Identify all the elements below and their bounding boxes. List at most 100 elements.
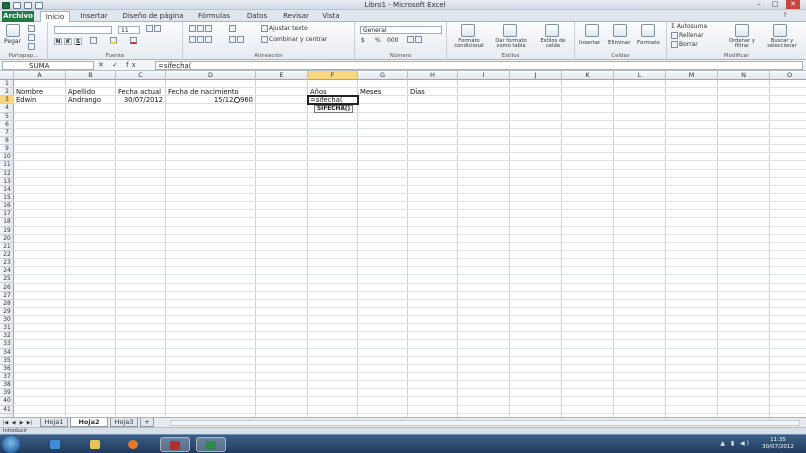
row-header-10[interactable]: 10 [0,153,14,162]
delete-cells-button[interactable]: Eliminar [608,39,631,47]
row-header-34[interactable]: 34 [0,349,14,357]
fill-color-icon[interactable] [110,37,118,45]
insert-cells-button[interactable]: Insertar [579,39,600,47]
cell-a2[interactable]: Nombre [16,88,43,96]
save-icon[interactable] [13,1,21,9]
row-header-24[interactable]: 24 [0,267,14,276]
row-header-37[interactable]: 37 [0,373,14,382]
row-header-16[interactable]: 16 [0,202,14,211]
row-header-1[interactable]: 1 [0,80,14,89]
row-header-6[interactable]: 6 [0,121,14,129]
tab-file[interactable]: Archivo [2,11,34,22]
clock[interactable]: 11:35 30/07/2012 [758,437,798,452]
first-sheet-button[interactable]: |◀ [2,419,9,427]
wrap-text-button[interactable]: Ajustar texto [261,25,308,33]
cell-c3[interactable]: 30/07/2012 [116,96,163,104]
taskbar-video[interactable] [160,437,190,452]
new-sheet-icon[interactable]: + [140,418,154,427]
conditional-format-button[interactable]: Formato condicional [449,38,489,49]
prev-sheet-button[interactable]: ◀ [10,419,17,427]
row-header-20[interactable]: 20 [0,235,14,243]
row-header-38[interactable]: 38 [0,381,14,390]
column-header-l[interactable]: L [614,71,666,80]
paste-button[interactable]: Pegar [4,38,21,46]
cell-h2[interactable]: Días [410,88,425,96]
bold-button[interactable]: N [54,38,62,45]
formula-icons[interactable]: ✕ ✓ fx [98,61,139,70]
name-box[interactable]: SUMA [2,61,94,70]
thousands-button[interactable]: 000 [387,37,398,45]
column-header-c[interactable]: C [116,71,166,80]
column-header-n[interactable]: N [718,71,770,80]
taskbar-excel[interactable] [196,437,226,452]
grow-font-icon[interactable] [146,25,162,33]
format-table-button[interactable]: Dar formato como tabla [491,38,531,49]
system-tray-icons[interactable]: ▲ ▮ ◀) [720,440,751,447]
underline-button[interactable]: S [74,38,82,45]
taskbar-explorer[interactable] [84,437,106,452]
redo-icon[interactable] [35,1,43,9]
column-header-d[interactable]: D [166,71,256,80]
row-header-3[interactable]: 3 [0,96,14,105]
row-header-39[interactable]: 39 [0,389,14,398]
cell-f2[interactable]: Años [310,88,327,96]
font-color-icon[interactable] [130,37,138,45]
italic-button[interactable]: K [64,38,72,45]
last-sheet-button[interactable]: ▶| [26,419,33,427]
cell-styles-button[interactable]: Estilos de celda [535,38,571,49]
worksheet-grid[interactable]: ABCDEFGHIJKLMNO 1 2 3 4 5 6 7 8 9 10 11 12 13 14 15 16 1… [0,71,806,417]
column-header-k[interactable]: K [562,71,614,80]
row-header-30[interactable]: 30 [0,316,14,325]
tab-page-layout[interactable]: Diseño de página [118,11,188,22]
cell-b2[interactable]: Apellido [68,88,95,96]
number-format-combo[interactable]: General [360,26,442,34]
font-name-combo[interactable] [54,26,112,34]
tab-home[interactable]: Inicio [40,11,70,22]
cell-f3[interactable]: =sifecha( [310,96,343,104]
column-header-h[interactable]: H [408,71,458,80]
sort-filter-icon[interactable] [735,24,749,37]
cell-area[interactable]: Nombre Apellido Fecha actual Fecha de nacim… [14,80,806,417]
column-header-o[interactable]: O [770,71,806,80]
align-top-icons[interactable] [189,25,213,33]
row-header-18[interactable]: 18 [0,218,14,227]
orientation-icon[interactable] [229,25,237,33]
maximize-button[interactable]: □ [768,0,782,9]
tab-formulas[interactable]: Fórmulas [194,11,234,22]
row-header-11[interactable]: 11 [0,161,14,170]
copy-icon[interactable] [28,34,36,42]
row-header-28[interactable]: 28 [0,300,14,308]
cell-g2[interactable]: Meses [360,88,381,96]
help-icon[interactable]: ? [778,11,792,20]
taskbar-ie[interactable] [44,437,66,452]
close-button[interactable]: ✕ [786,0,800,9]
cell-d2[interactable]: Fecha de nacimiento [168,88,239,96]
row-header-40[interactable]: 40 [0,397,14,406]
row-header-7[interactable]: 7 [0,129,14,137]
row-header-23[interactable]: 23 [0,259,14,268]
fill-button[interactable]: Rellenar [671,32,704,40]
row-header-2[interactable]: 2 [0,88,14,97]
cell-styles-icon[interactable] [545,24,559,37]
row-header-21[interactable]: 21 [0,243,14,251]
row-header-9[interactable]: 9 [0,145,14,154]
row-header-27[interactable]: 27 [0,292,14,300]
conditional-format-icon[interactable] [461,24,475,37]
row-header-19[interactable]: 19 [0,227,14,235]
sheet-tab-hoja3[interactable]: Hoja3 [110,418,138,427]
row-header-15[interactable]: 15 [0,194,14,203]
select-all-corner[interactable] [0,71,14,80]
cell-c2[interactable]: Fecha actual [118,88,161,96]
next-sheet-button[interactable]: ▶ [18,419,25,427]
row-header-4[interactable]: 4 [0,104,14,113]
align-left-icons[interactable] [189,36,213,44]
delete-cells-icon[interactable] [613,24,627,37]
format-cells-icon[interactable] [641,24,655,37]
format-cells-button[interactable]: Formato [637,39,660,47]
decimal-icons[interactable] [407,36,423,44]
autosum-button[interactable]: Σ Autosuma [671,23,707,31]
percent-button[interactable]: % [375,37,381,45]
row-header-5[interactable]: 5 [0,113,14,121]
column-header-m[interactable]: M [666,71,718,80]
sort-filter-button[interactable]: Ordenar y filtrar [723,38,761,49]
